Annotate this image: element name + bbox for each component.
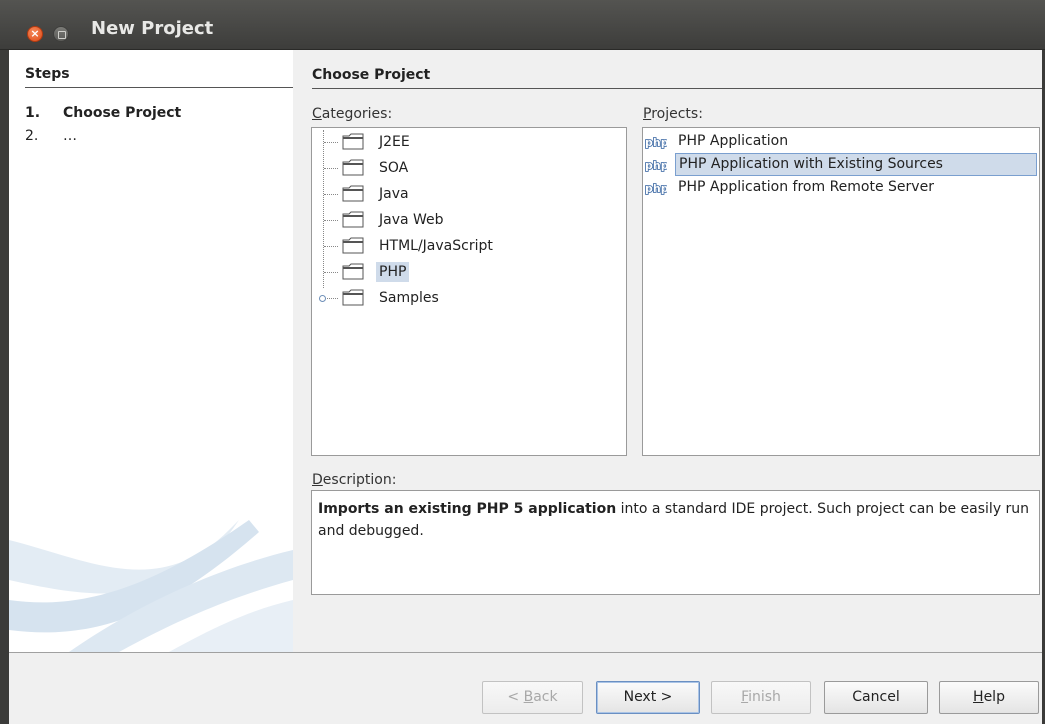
step-item-choose-project: 1. Choose Project [25,105,181,121]
tree-item-label: HTML/JavaScript [379,238,493,254]
close-icon: × [30,27,40,40]
minimize-window-button[interactable] [53,26,69,42]
svg-text:php: php [645,182,667,195]
wizard-watermark-graphic [9,520,293,652]
help-button[interactable]: Help [939,681,1039,714]
description-label: Description: [312,472,397,488]
finish-button[interactable]: Finish [711,681,811,714]
tree-item-soa[interactable]: SOA [312,156,612,180]
window-title: New Project [91,18,214,39]
tree-item-php[interactable]: PHP [312,260,612,284]
tree-item-java[interactable]: Java [312,182,612,206]
back-button[interactable]: < Back [482,681,583,714]
steps-heading: Steps [25,66,70,82]
categories-tree[interactable]: J2EE SOA Java Java Web HTML/JavaScript P… [311,127,627,456]
folder-icon [342,159,364,176]
projects-label: Projects: [643,106,703,122]
folder-icon [342,133,364,150]
php-icon: php [645,181,667,195]
tree-item-label: SOA [379,160,409,176]
close-window-button[interactable]: × [27,26,43,42]
page-title: Choose Project [312,67,431,83]
php-icon: php [645,135,667,149]
tree-item-j2ee[interactable]: J2EE [312,130,612,154]
categories-label: Categories: [312,106,393,122]
tree-item-label: J2EE [379,134,410,150]
tree-item-label: Java Web [379,212,444,228]
tree-item-java-web[interactable]: Java Web [312,208,612,232]
svg-text:php: php [645,136,667,149]
folder-icon [342,263,364,280]
title-bar: × New Project [0,0,1045,50]
project-item-php-remote-server[interactable]: php PHP Application from Remote Server [643,176,1039,199]
button-bar-divider [9,652,1042,653]
tree-item-html-javascript[interactable]: HTML/JavaScript [312,234,612,258]
next-button[interactable]: Next > [596,681,700,714]
folder-icon [342,185,364,202]
folder-icon [342,237,364,254]
project-item-label: PHP Application with Existing Sources [675,153,1037,176]
step-label: … [63,128,77,144]
step-item-next: 2. … [25,128,77,144]
project-item-php-existing-sources[interactable]: php PHP Application with Existing Source… [643,153,1039,176]
tree-item-label: Samples [379,290,439,306]
steps-panel: Steps 1. Choose Project 2. … [9,50,293,652]
window-frame-left [0,50,9,724]
php-icon: php [645,158,667,172]
description-text-area: Imports an existing PHP 5 application in… [311,490,1040,595]
tree-item-label: Java [379,186,409,202]
project-item-label: PHP Application [678,133,789,149]
cancel-button[interactable]: Cancel [824,681,928,714]
step-number: 2. [25,128,39,144]
page-title-divider [312,88,1042,89]
expand-icon[interactable] [319,295,326,302]
project-item-label: PHP Application from Remote Server [678,179,934,195]
folder-icon [342,211,364,228]
steps-divider [25,87,293,88]
tree-item-label: PHP [376,262,410,282]
description-bold-text: Imports an existing PHP 5 application [318,501,617,517]
step-number: 1. [25,105,41,121]
tree-item-samples[interactable]: Samples [312,286,612,310]
project-item-php-application[interactable]: php PHP Application [643,130,1039,153]
step-label: Choose Project [63,105,182,121]
projects-list[interactable]: php PHP Application php PHP Application … [642,127,1040,456]
svg-text:php: php [645,159,667,172]
folder-icon [342,289,364,306]
